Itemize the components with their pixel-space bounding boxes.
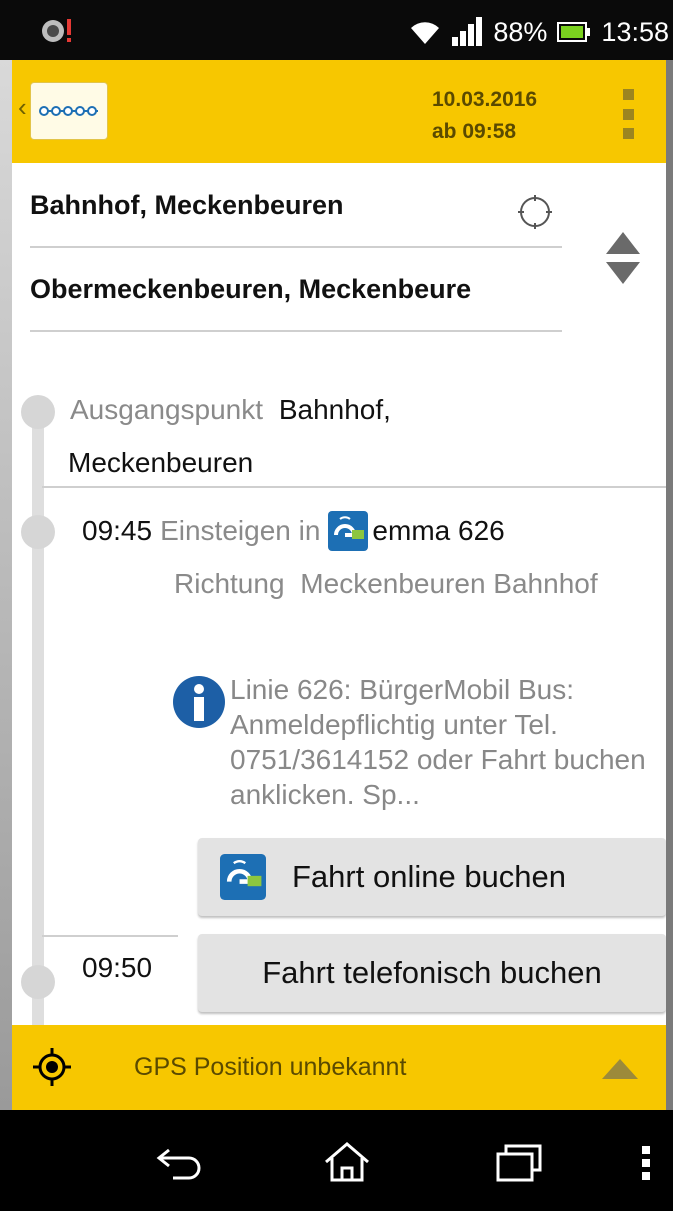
leg-direction: Richtung Meckenbeuren Bahnhof: [174, 556, 634, 612]
swap-icon[interactable]: [606, 232, 640, 284]
emma-bus-icon: [328, 511, 369, 551]
next-time: 09:50: [82, 952, 153, 983]
timeline-dot: [21, 395, 55, 429]
start-label: Ausgangspunkt: [70, 394, 264, 425]
recent-apps-icon[interactable]: [494, 1142, 544, 1182]
locate-icon[interactable]: [516, 193, 554, 231]
book-phone-button[interactable]: Fahrt telefonisch buchen: [198, 934, 666, 1012]
direction-label: Richtung: [174, 568, 285, 599]
navigation-bar: [0, 1110, 673, 1211]
notification-icon: [42, 19, 71, 42]
start-place-line2: Meckenbeuren: [68, 447, 254, 478]
app-logo[interactable]: [30, 82, 108, 140]
battery-icon: [557, 22, 591, 42]
status-bar: 88% 13:58: [0, 0, 673, 60]
leg-line: emma 626: [372, 515, 505, 546]
start-place: Bahnhof,: [278, 394, 391, 425]
wifi-icon: [411, 22, 440, 44]
to-field[interactable]: Obermeckenbeuren, Meckenbeure: [30, 274, 562, 332]
separator: [42, 935, 178, 937]
emma-bus-icon: [220, 854, 266, 900]
menu-icon[interactable]: [636, 1142, 656, 1182]
from-field[interactable]: Bahnhof, Meckenbeuren: [30, 190, 562, 248]
header-time: ab 09:58: [432, 120, 517, 143]
book-phone-label: Fahrt telefonisch buchen: [262, 955, 602, 990]
gps-status-bar[interactable]: GPS Position unbekannt: [12, 1025, 666, 1110]
gps-target-icon: [33, 1048, 71, 1086]
direction-value: Meckenbeuren Bahnhof: [300, 568, 598, 599]
book-online-button[interactable]: Fahrt online buchen: [198, 838, 666, 916]
leg-row[interactable]: 09:45 Einsteigen in emma 626: [82, 503, 505, 559]
home-icon[interactable]: [322, 1142, 372, 1182]
leg-time: 09:45: [82, 515, 153, 546]
logo-icon: [39, 106, 98, 116]
start-point: Ausgangspunkt Bahnhof,: [70, 382, 650, 438]
info-icon: [173, 676, 225, 728]
header-bar: ‹ 10.03.2016 ab 09:58: [12, 60, 666, 163]
line-info: Linie 626: BürgerMobil Bus: Anmeldepflic…: [230, 674, 646, 810]
back-icon[interactable]: [155, 1142, 205, 1182]
timeline-dot: [21, 515, 55, 549]
timeline-dot: [21, 965, 55, 999]
header-date: 10.03.2016: [432, 88, 538, 111]
left-edge: [0, 60, 12, 1110]
separator: [42, 486, 666, 488]
date-time-selector[interactable]: 10.03.2016 ab 09:58: [432, 84, 582, 148]
battery-percent: 88%: [493, 16, 548, 47]
gps-status-text: GPS Position unbekannt: [134, 1053, 407, 1081]
signal-icon: [452, 17, 483, 46]
overflow-menu-icon[interactable]: [620, 89, 636, 139]
book-online-label: Fahrt online buchen: [292, 859, 567, 894]
expand-up-icon[interactable]: [602, 1059, 638, 1079]
right-edge: [666, 60, 673, 1110]
app-screen: ‹ 10.03.2016 ab 09:58 Bahnhof, Meckenbeu…: [12, 60, 666, 1110]
back-chevron-icon[interactable]: ‹: [18, 94, 27, 120]
leg-action: Einsteigen in: [160, 515, 321, 546]
clock: 13:58: [601, 16, 669, 47]
